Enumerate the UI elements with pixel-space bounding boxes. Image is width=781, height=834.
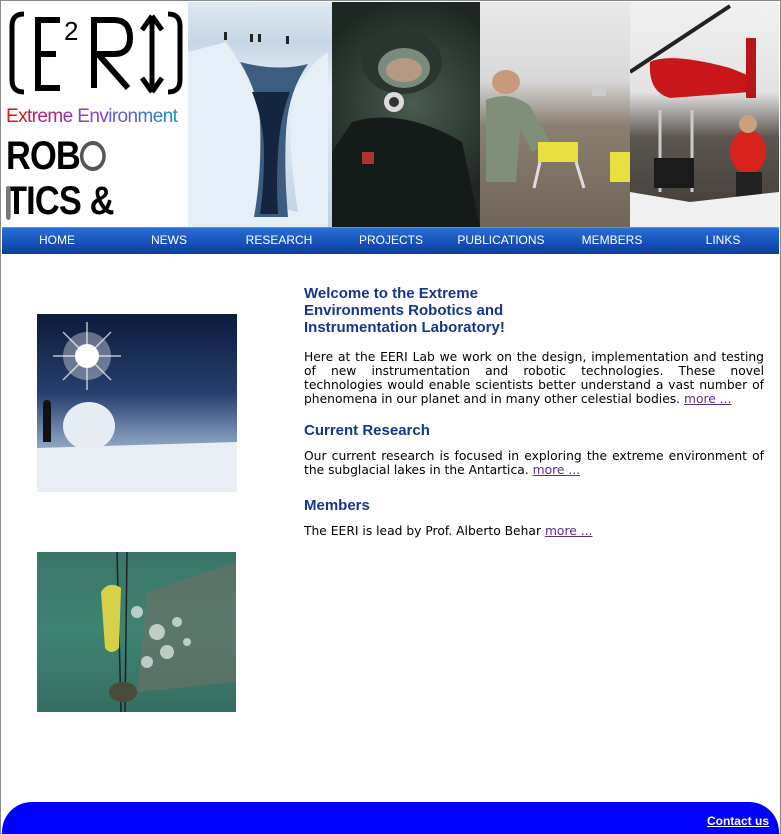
svg-text:2: 2	[64, 16, 78, 46]
welcome-title: Welcome to the Extreme Environments Robo…	[304, 285, 505, 336]
research-title: Current Research	[304, 422, 430, 439]
welcome-text: Here at the EERI Lab we work on the desi…	[304, 350, 764, 406]
nav-publications[interactable]: PUBLICATIONS	[446, 233, 556, 247]
nav-members[interactable]: MEMBERS	[557, 233, 667, 247]
header-banner: 2 Extreme Environment ROBTICS & NSTRUMEN…	[2, 2, 779, 255]
members-paragraph: The EERI is lead by Prof. Alberto Behar	[304, 524, 542, 538]
research-text: Our current research is focused in explo…	[304, 449, 764, 477]
research-more-link[interactable]: more ...	[533, 463, 581, 477]
nav-home[interactable]: HOME	[2, 233, 112, 247]
members-text: The EERI is lead by Prof. Alberto Behar …	[304, 524, 764, 538]
main-navigation: HOME NEWS RESEARCH PROJECTS PUBLICATIONS…	[2, 227, 779, 254]
banner-photo-field-work	[480, 2, 630, 227]
banner-photo-helicopter	[630, 2, 779, 227]
photo-antarctic-sun	[37, 314, 237, 492]
e2ri-logo-mark: 2	[9, 11, 183, 95]
nav-research[interactable]: RESEARCH	[224, 233, 334, 247]
members-section: Members The EERI is lead by Prof. Albert…	[304, 497, 764, 538]
logo-tagline-extreme-environment: Extreme Environment	[6, 106, 178, 127]
lab-logo[interactable]: 2 Extreme Environment ROBTICS & NSTRUMEN…	[2, 2, 212, 255]
banner-photo-glacier	[188, 2, 332, 227]
contact-us-link[interactable]: Contact us	[707, 814, 769, 828]
nav-projects[interactable]: PROJECTS	[336, 233, 446, 247]
banner-photo-diver	[332, 2, 480, 227]
footer-bar: Contact us	[2, 802, 779, 834]
research-section: Current Research Our current research is…	[304, 422, 764, 477]
photo-underwater-probe	[37, 552, 236, 712]
members-more-link[interactable]: more ...	[545, 524, 593, 538]
members-title: Members	[304, 497, 370, 514]
nav-news[interactable]: NEWS	[114, 233, 224, 247]
nav-links[interactable]: LINKS	[668, 233, 778, 247]
welcome-more-link[interactable]: more ...	[684, 392, 732, 406]
welcome-section: Welcome to the Extreme Environments Robo…	[304, 285, 764, 406]
